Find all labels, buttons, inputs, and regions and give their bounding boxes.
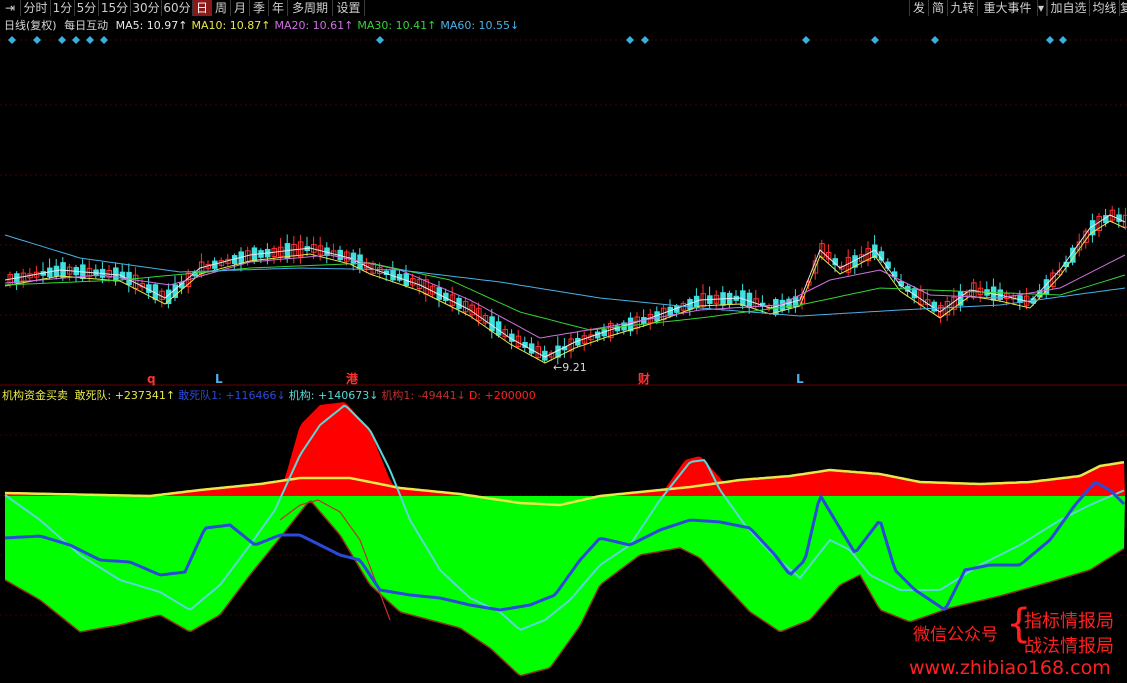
red-area — [5, 402, 1125, 496]
signal-diamond — [641, 36, 649, 44]
signal-diamond — [931, 36, 939, 44]
indicator-legend-item: 敢死队1: +116466↓ — [178, 389, 286, 402]
signal-diamond — [86, 36, 94, 44]
event-marker: L — [796, 372, 804, 386]
candlestick-group — [7, 205, 1127, 365]
indicator-name: 机构资金买卖 — [2, 389, 68, 402]
signal-diamond — [8, 36, 16, 44]
indicator-legend-item: 机构1: -49441↓ — [381, 389, 466, 402]
signal-diamond — [1059, 36, 1067, 44]
indicator-legend-item: 机构: +140673↓ — [288, 389, 379, 402]
signal-diamond — [1046, 36, 1054, 44]
signal-diamond — [802, 36, 810, 44]
signal-diamond — [626, 36, 634, 44]
signal-diamond — [58, 36, 66, 44]
signal-diamond — [33, 36, 41, 44]
watermark-url: www.zhibiao168.com — [909, 657, 1111, 679]
indicator-legend-item: D: +200000 — [468, 389, 536, 402]
indicator-legend: 机构资金买卖 敢死队: +237341↑ 敢死队1: +116466↓ 机构: +1… — [2, 388, 542, 403]
watermark-line2: 战法情报局 — [1024, 636, 1114, 657]
event-marker: L — [215, 372, 223, 386]
signal-diamond — [376, 36, 384, 44]
main-chart: ←9.21 q L 港 财 L — [0, 36, 1127, 677]
event-marker: q — [147, 372, 156, 386]
watermark-wechat: 微信公众号 — [913, 625, 998, 645]
indicator-legend-item: 敢死队: +237341↑ — [74, 389, 176, 402]
event-marker: 港 — [346, 371, 359, 386]
candle-body — [885, 261, 891, 269]
low-price-label: ←9.21 — [553, 361, 587, 374]
watermark-line1: 指标情报局 — [1024, 611, 1114, 632]
signal-diamond — [871, 36, 879, 44]
signal-diamond — [72, 36, 80, 44]
event-marker: 财 — [637, 371, 650, 386]
signal-diamond — [100, 36, 108, 44]
